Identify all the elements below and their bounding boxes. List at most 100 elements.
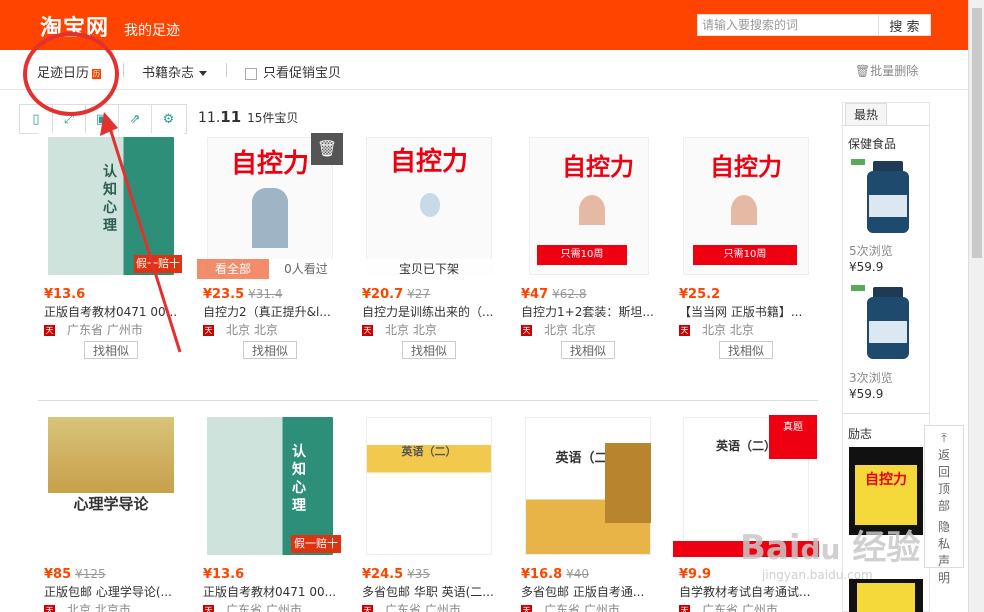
find-similar-button[interactable]: 找相似: [84, 341, 138, 359]
price: ¥13.6: [44, 287, 86, 302]
phone-icon[interactable]: ▯: [20, 105, 53, 133]
location: 天广东省 广州市: [44, 323, 143, 337]
product-name[interactable]: 自学教材考试自考通试...: [673, 583, 819, 600]
product-card[interactable]: 英语（二） ¥24.5 ¥35 多省包邮 华职 英语(二... 天广东省 广州市: [356, 413, 502, 612]
back-to-top-button[interactable]: ⤒ 返回顶部 隐私声明: [924, 425, 964, 585]
gear-icon[interactable]: ⚙: [152, 105, 185, 133]
product-card[interactable]: 自控力 只需10周 ¥25.2 【当当网 正版书籍】... 天北京 北京 找相似: [673, 133, 819, 359]
product-image[interactable]: 自控力 只需10周: [673, 133, 819, 279]
sidebar-category[interactable]: 保健食品: [848, 135, 896, 152]
scroll-thumb[interactable]: [972, 8, 982, 258]
price: ¥85 ¥125: [44, 567, 106, 582]
search-input[interactable]: [697, 14, 879, 36]
location: 天北京 北京: [679, 323, 754, 337]
sidebar-price: ¥59.9: [849, 387, 884, 401]
back-to-top-label: 返回顶部: [937, 448, 950, 513]
price: ¥13.6: [203, 567, 245, 582]
location: 天广东省 广州市: [673, 601, 819, 612]
promo-checkbox[interactable]: [245, 67, 257, 80]
delete-icon[interactable]: 🗑: [311, 133, 343, 165]
price: ¥20.7 ¥27: [362, 287, 431, 302]
watermark: Baidu 经验: [740, 528, 921, 568]
price: ¥25.2: [679, 287, 721, 302]
tmall-icon: 天: [679, 605, 690, 612]
location: 天北京 北京: [362, 323, 437, 337]
category-dropdown[interactable]: 书籍杂志: [142, 62, 208, 81]
view-count: 3次浏览: [849, 371, 893, 385]
find-similar-button[interactable]: 找相似: [719, 341, 773, 359]
product-name[interactable]: 多省包邮 华职 英语(二...: [356, 583, 502, 600]
product-image[interactable]: 英语（二）: [515, 413, 661, 559]
header-bar: 淘宝网 我的足迹 搜 索: [0, 0, 968, 50]
delisted-label: 宝贝已下架: [356, 259, 502, 279]
product-card[interactable]: 英语（二） 真题 ¥9.9 自学教材考试自考通试... 天广东省 广州市: [673, 413, 819, 612]
product-image[interactable]: 自控力 宝贝已下架: [356, 133, 502, 279]
product-name[interactable]: 【当当网 正版书籍】...: [673, 303, 819, 320]
product-image[interactable]: 认知心理 假一赔十: [197, 413, 343, 559]
tmall-icon: 天: [679, 325, 690, 336]
book-cover-title: 认知心理: [292, 444, 306, 514]
location: 天广东省 广州市: [197, 601, 343, 612]
tmall-icon: 天: [521, 325, 532, 336]
product-card[interactable]: 认知心理 假一赔十 ¥13.6 正版自考教材0471 00... 天广东省 广州…: [197, 413, 343, 612]
product-name[interactable]: 自控力1+2套装：斯坦...: [515, 303, 661, 320]
scrollbar[interactable]: [968, 0, 984, 612]
product-image[interactable]: 自控力 🗑 看全部 0人看过: [197, 133, 343, 279]
tmall-icon: 天: [521, 605, 532, 612]
arrow-up-icon: ⤒: [941, 431, 947, 445]
product-card[interactable]: 英语（二） ¥16.8 ¥40 多省包邮 正版自考通... 天广东省 广州市: [515, 413, 661, 612]
sidebar-price: ¥59.9: [849, 260, 884, 274]
sidebar-product-image[interactable]: [849, 283, 923, 359]
product-image[interactable]: 认知心理 假一赔十: [38, 133, 184, 279]
row-divider: [38, 400, 818, 401]
product-image[interactable]: 英语（二）: [356, 413, 502, 559]
product-name[interactable]: 正版自考教材0471 00...: [38, 303, 184, 320]
product-image[interactable]: 心理学导论: [38, 413, 184, 559]
tmall-icon: 天: [362, 605, 373, 612]
product-name[interactable]: 正版自考教材0471 00...: [197, 583, 343, 600]
book-cover-title: 自控力: [389, 147, 468, 177]
location: 天北京 北京: [521, 323, 596, 337]
view-toolbar: ▯ ⤢ ▣ ⇗ ⚙: [19, 104, 187, 134]
trash-icon: 🗑: [855, 64, 871, 78]
bulk-delete-label: 批量删除: [870, 64, 919, 78]
bulk-delete-button[interactable]: 🗑批量删除: [855, 62, 918, 79]
divider: [123, 63, 124, 77]
item-count: 15件宝贝: [247, 111, 299, 125]
filter-bar: 足迹日历历 书籍杂志 只看促销宝贝 🗑批量删除: [0, 50, 968, 90]
date-group-header: 11.11 15件宝贝: [198, 108, 298, 126]
book-cover-title: 认知心理: [103, 164, 117, 234]
product-name[interactable]: 正版包邮 心理学导论(...: [38, 583, 184, 600]
book-cover-title: 自控力: [710, 152, 782, 181]
product-card[interactable]: 自控力 只需10周 ¥47 ¥62.8 自控力1+2套装：斯坦... 天北京 北京…: [515, 133, 661, 359]
sidebar-category[interactable]: 励志: [848, 425, 872, 442]
viewer-count: 0人看过: [269, 259, 343, 279]
find-similar-button[interactable]: 找相似: [402, 341, 456, 359]
product-card[interactable]: 自控力 宝贝已下架 ¥20.7 ¥27 自控力是训练出来的（... 天北京 北京 …: [356, 133, 502, 359]
product-image[interactable]: 自控力 只需10周: [515, 133, 661, 279]
search-button[interactable]: 搜 索: [879, 14, 931, 36]
promo-only-toggle[interactable]: 只看促销宝贝: [245, 62, 341, 81]
tab-hot[interactable]: 最热: [845, 103, 887, 125]
tmall-icon: 天: [362, 325, 373, 336]
expand-icon[interactable]: ⤢: [53, 105, 86, 133]
product-card[interactable]: 心理学导论 ¥85 ¥125 正版包邮 心理学导论(... 天北京 北京市: [38, 413, 184, 612]
book-cover-title: 自控力: [855, 465, 917, 525]
calendar-filter[interactable]: 足迹日历历: [37, 62, 102, 81]
share-icon[interactable]: ⇗: [119, 105, 152, 133]
product-name[interactable]: 自控力2（真正提升&l...: [197, 303, 343, 320]
product-name[interactable]: 自控力是训练出来的（...: [356, 303, 502, 320]
product-card[interactable]: 自控力 🗑 看全部 0人看过 ¥23.5 ¥31.4 自控力2（真正提升&l...…: [197, 133, 343, 359]
sidebar-product-image[interactable]: [849, 157, 923, 233]
save-icon[interactable]: ▣: [86, 105, 119, 133]
sidebar-product-image[interactable]: [849, 579, 923, 612]
product-name[interactable]: 多省包邮 正版自考通...: [515, 583, 661, 600]
tmall-icon: 天: [44, 605, 55, 612]
find-similar-button[interactable]: 找相似: [243, 341, 297, 359]
find-similar-button[interactable]: 找相似: [561, 341, 615, 359]
taobao-logo[interactable]: 淘宝网: [40, 10, 109, 42]
privacy-link[interactable]: 隐私声明: [937, 519, 951, 587]
price: ¥23.5 ¥31.4: [203, 287, 283, 302]
view-all-button[interactable]: 看全部: [197, 259, 269, 279]
product-card[interactable]: 认知心理 假一赔十 ¥13.6 正版自考教材0471 00... 天广东省 广州…: [38, 133, 184, 359]
